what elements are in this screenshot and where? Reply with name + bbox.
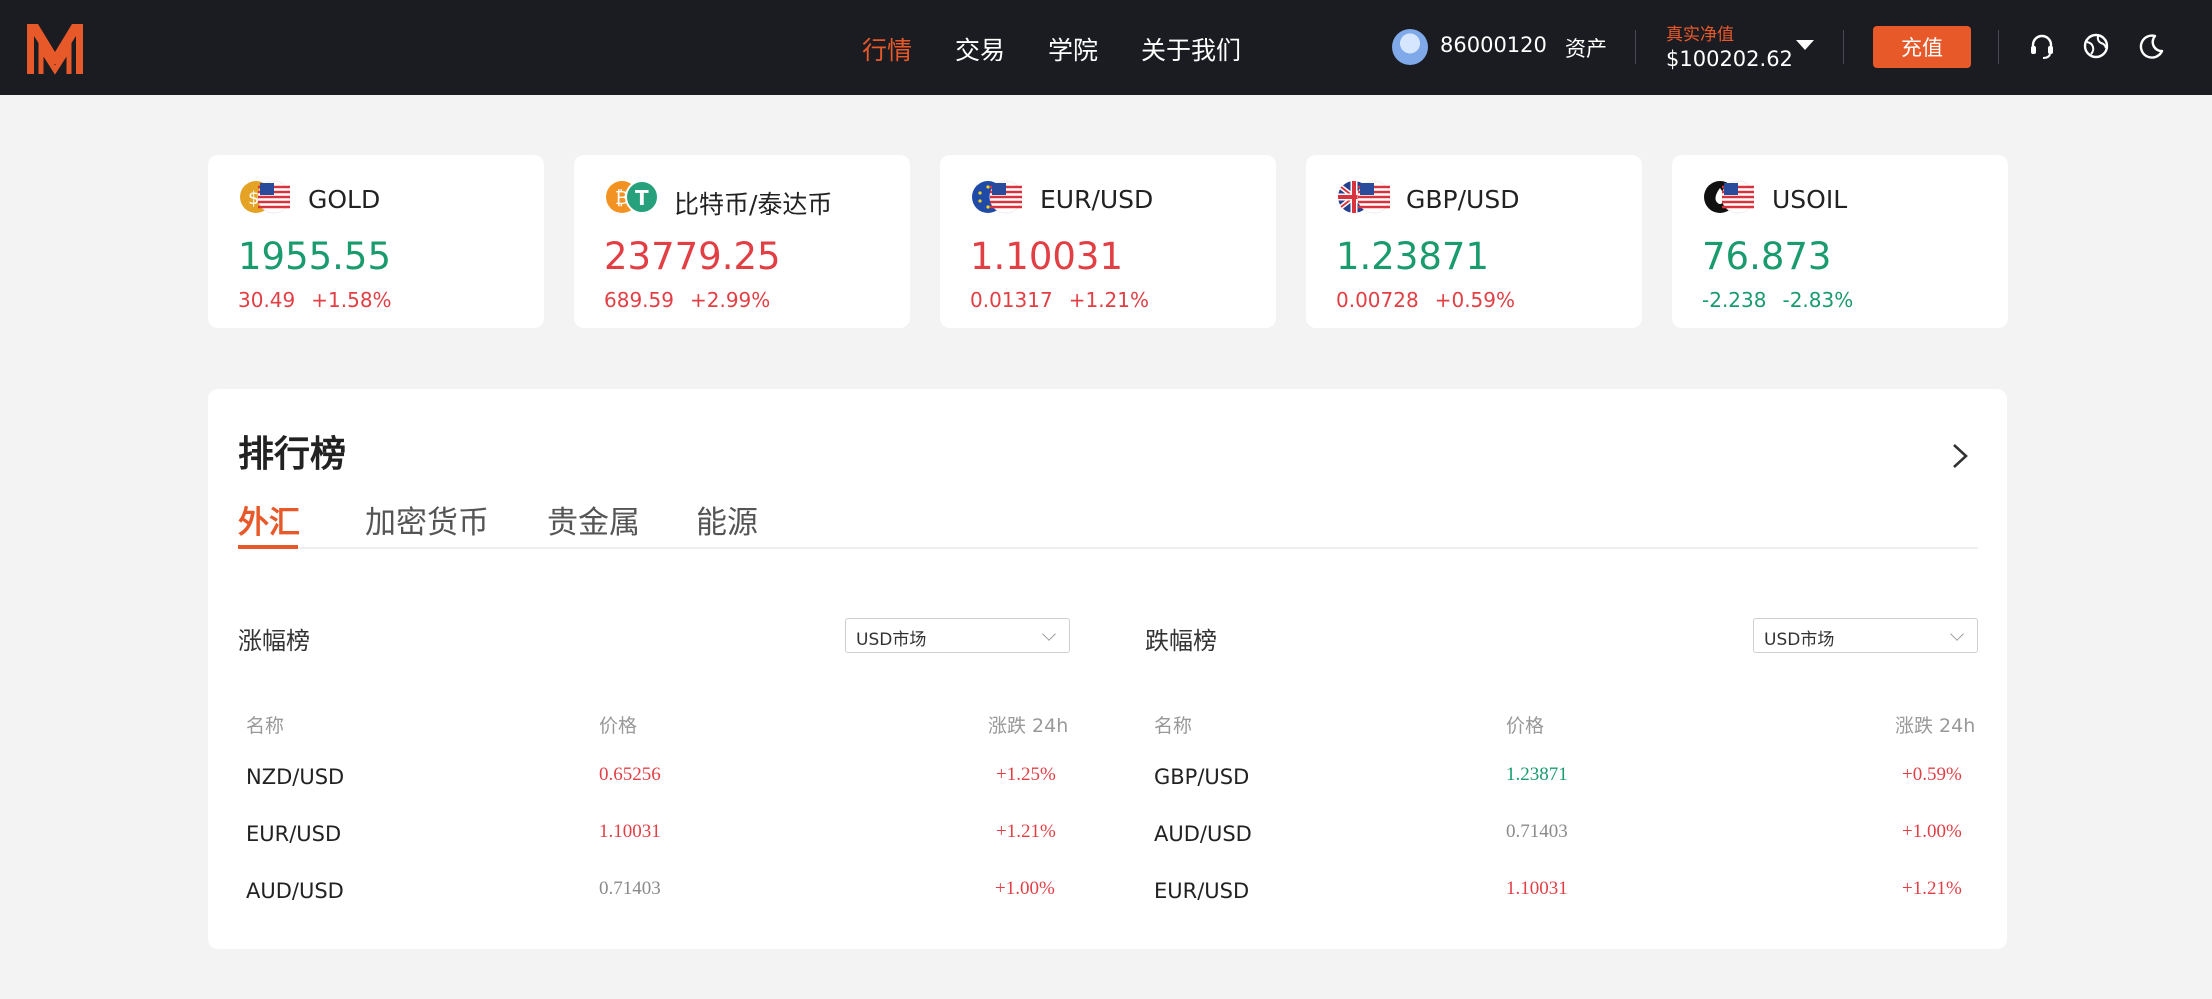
support-icon[interactable] <box>2027 31 2057 61</box>
ticker-price: 1.23871 <box>1336 235 1490 278</box>
ticker-name: EUR/USD <box>1040 185 1154 214</box>
row-price: 0.65256 <box>599 764 661 785</box>
ticker-change: -2.238 -2.83% <box>1702 288 1853 312</box>
gainers-title: 涨幅榜 <box>238 627 310 655</box>
ticker-change: 0.00728 +0.59% <box>1336 288 1515 312</box>
row-change: +1.25% <box>996 764 1056 785</box>
header-divider <box>1843 30 1844 64</box>
row-name: AUD/USD <box>1154 822 1252 846</box>
ticker-change-pct: -2.83% <box>1782 288 1854 312</box>
eur-usd-flag-icon <box>972 180 1023 214</box>
row-name: GBP/USD <box>1154 765 1250 789</box>
ticker-change-pct: +2.99% <box>689 288 771 312</box>
row-name: EUR/USD <box>246 822 342 846</box>
nav-market[interactable]: 行情 <box>862 31 912 67</box>
col-change: 涨跌 24h <box>988 715 1069 737</box>
nav-academy[interactable]: 学院 <box>1048 31 1098 67</box>
ranking-panel: 排行榜 外汇 加密货币 贵金属 能源 涨幅榜 USD市场 名称 价格 涨跌 24… <box>208 389 2007 949</box>
ticker-change-pct: +1.58% <box>311 288 392 312</box>
col-price: 价格 <box>1506 715 1545 737</box>
tab-metals[interactable]: 贵金属 <box>547 497 640 542</box>
active-tab-indicator <box>238 545 298 549</box>
ticker-change: 0.01317 +1.21% <box>970 288 1149 312</box>
brand-logo[interactable] <box>24 20 86 76</box>
tab-energy[interactable]: 能源 <box>696 497 758 542</box>
losers-market-select[interactable]: USD市场 <box>1753 618 1978 653</box>
top-header: 行情 交易 学院 关于我们 86000120 资产 真实净值 $100202.6… <box>0 0 2212 95</box>
ticker-price: 1955.55 <box>238 235 392 278</box>
ticker-card-btc[interactable]: ₿ T 比特币/泰达币 23779.25 689.59 +2.99% <box>574 155 910 328</box>
caret-down-icon[interactable] <box>1796 40 1814 50</box>
ticker-price: 1.10031 <box>970 235 1124 278</box>
net-value-amount: $100202.62 <box>1666 47 1793 71</box>
globe-icon[interactable] <box>2081 31 2111 61</box>
row-change: +1.21% <box>1902 878 1962 899</box>
tab-crypto[interactable]: 加密货币 <box>365 497 489 542</box>
ticker-name: USOIL <box>1772 185 1848 214</box>
ticker-card-gbpusd[interactable]: GBP/USD 1.23871 0.00728 +0.59% <box>1306 155 1642 328</box>
gainers-market-select[interactable]: USD市场 <box>845 618 1070 653</box>
row-price: 0.71403 <box>599 878 661 899</box>
ticker-change: 689.59 +2.99% <box>604 288 770 312</box>
row-change: +1.21% <box>996 821 1056 842</box>
svg-text:T: T <box>635 186 649 210</box>
ticker-change-pct: +0.59% <box>1434 288 1516 312</box>
ticker-change-value: 0.01317 <box>970 288 1053 312</box>
header-divider <box>1998 30 1999 64</box>
ticker-card-gold[interactable]: $ GOLD 1955.55 30.49 +1.58% <box>208 155 544 328</box>
btc-usdt-icon: ₿ T <box>606 180 659 214</box>
ticker-name: GBP/USD <box>1406 185 1520 214</box>
chevron-down-icon <box>1042 627 1056 641</box>
col-name: 名称 <box>246 715 285 737</box>
chevron-right-icon[interactable] <box>1948 439 1972 473</box>
gold-flag-icon: $ <box>240 180 291 214</box>
row-name: EUR/USD <box>1154 879 1250 903</box>
row-name: AUD/USD <box>246 879 344 903</box>
nav-trade[interactable]: 交易 <box>955 31 1005 67</box>
col-price: 价格 <box>599 715 638 737</box>
row-name: NZD/USD <box>246 765 345 789</box>
row-price: 1.10031 <box>599 821 661 842</box>
row-price: 1.23871 <box>1506 764 1568 785</box>
ticker-change-value: -2.238 <box>1702 288 1767 312</box>
ticker-change-value: 0.00728 <box>1336 288 1419 312</box>
header-divider <box>1635 30 1636 64</box>
chevron-down-icon <box>1950 627 1964 641</box>
col-name: 名称 <box>1154 715 1193 737</box>
ranking-title: 排行榜 <box>238 434 347 475</box>
net-value-label: 真实净值 <box>1666 25 1734 45</box>
select-value: USD市场 <box>856 630 927 650</box>
ticker-name: 比特币/泰达币 <box>674 190 833 219</box>
row-price: 0.71403 <box>1506 821 1568 842</box>
ticker-card-eurusd[interactable]: EUR/USD 1.10031 0.01317 +1.21% <box>940 155 1276 328</box>
oil-usd-icon <box>1704 180 1755 214</box>
row-change: +0.59% <box>1902 764 1962 785</box>
select-value: USD市场 <box>1764 630 1835 650</box>
row-change: +1.00% <box>995 878 1055 899</box>
losers-title: 跌幅榜 <box>1145 627 1217 655</box>
row-price: 1.10031 <box>1506 878 1568 899</box>
ranking-tabs: 外汇 加密货币 贵金属 能源 <box>238 497 1978 549</box>
tab-forex[interactable]: 外汇 <box>238 497 300 542</box>
ticker-name: GOLD <box>308 185 381 214</box>
ticker-card-usoil[interactable]: USOIL 76.873 -2.238 -2.83% <box>1672 155 2008 328</box>
ticker-change-value: 689.59 <box>604 288 674 312</box>
deposit-button[interactable]: 充值 <box>1873 26 1971 68</box>
user-id[interactable]: 86000120 <box>1440 33 1547 57</box>
ticker-price: 23779.25 <box>604 235 781 278</box>
avatar[interactable] <box>1392 29 1428 65</box>
assets-link[interactable]: 资产 <box>1565 33 1607 63</box>
ticker-change-value: 30.49 <box>238 288 296 312</box>
ticker-change: 30.49 +1.58% <box>238 288 392 312</box>
row-change: +1.00% <box>1902 821 1962 842</box>
ticker-price: 76.873 <box>1702 235 1832 278</box>
moon-icon[interactable] <box>2136 31 2166 61</box>
nav-about[interactable]: 关于我们 <box>1141 31 1241 67</box>
gbp-usd-flag-icon <box>1338 180 1391 214</box>
ticker-change-pct: +1.21% <box>1068 288 1150 312</box>
col-change: 涨跌 24h <box>1895 715 1976 737</box>
